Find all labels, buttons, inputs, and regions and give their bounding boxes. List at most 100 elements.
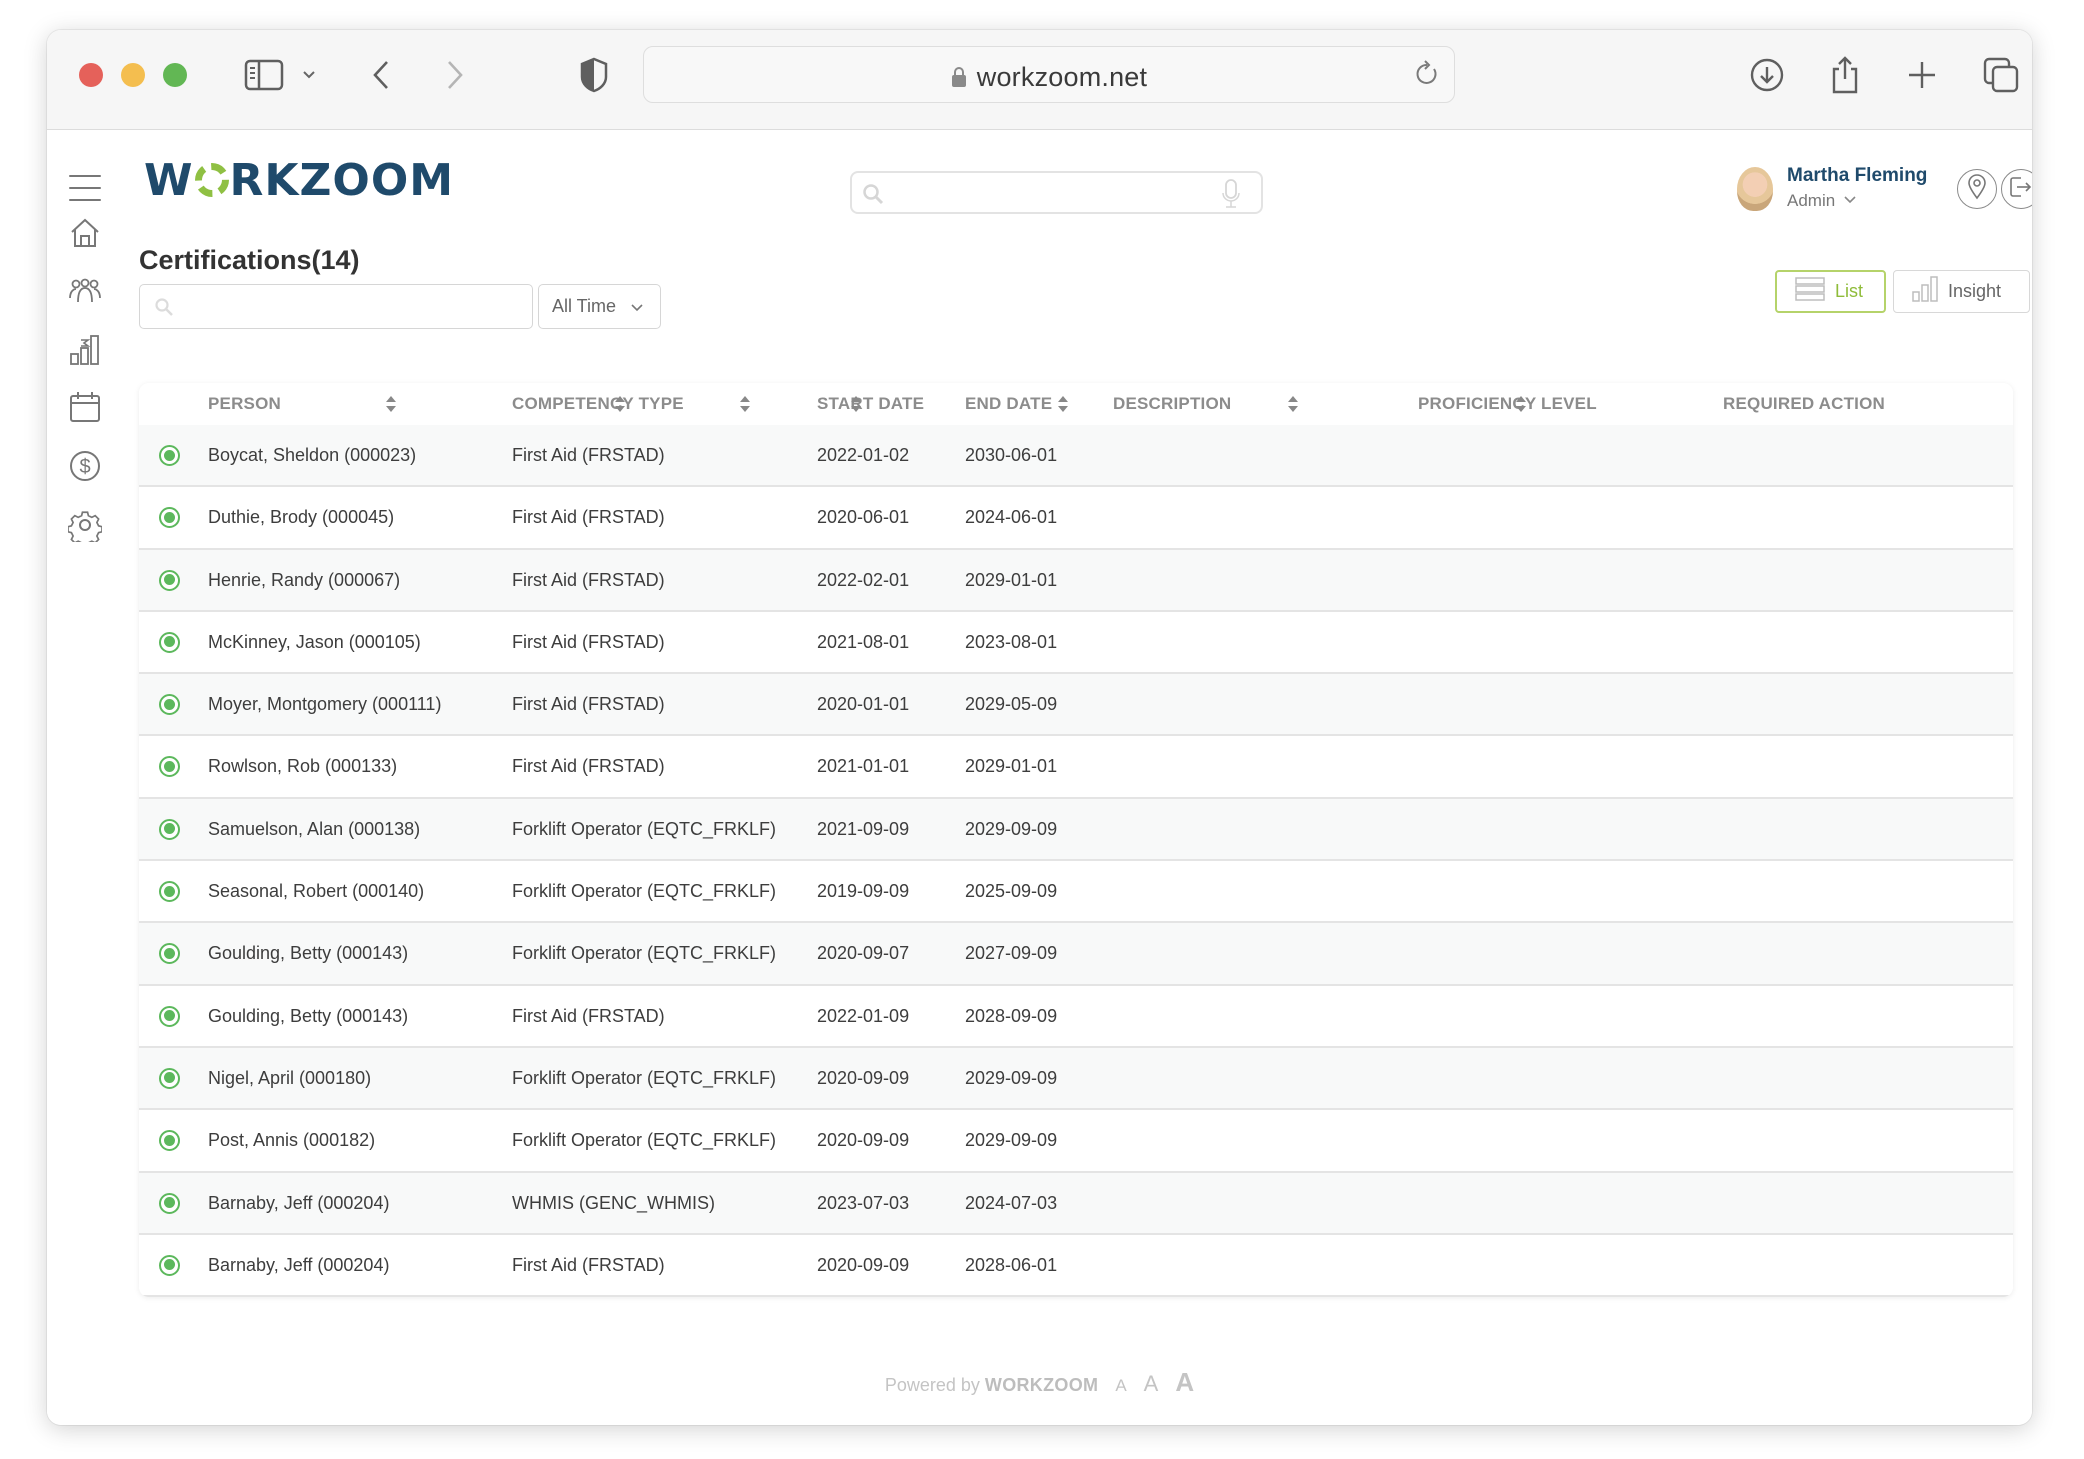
sidebar-item-payroll[interactable]: $ xyxy=(67,450,103,486)
table-row[interactable]: Seasonal, Robert (000140) Forklift Operat… xyxy=(139,861,2013,924)
table-row[interactable]: Henrie, Randy (000067) First Aid (FRSTAD)… xyxy=(139,549,2013,612)
table-row[interactable]: Nigel, April (000180) Forklift Operator (… xyxy=(139,1047,2013,1111)
cell-person[interactable]: Boycat, Sheldon (000023) xyxy=(208,425,416,485)
table-search-input[interactable] xyxy=(139,284,533,329)
cell-person[interactable]: Barnaby, Jeff (000204) xyxy=(208,1235,389,1295)
certifications-table: PERSON COMPETENCY TYPE START DATE END DATE D… xyxy=(139,383,2013,1298)
cell-competency-type: First Aid (FRSTAD) xyxy=(512,631,665,652)
list-view-button[interactable]: List xyxy=(1775,270,1886,313)
cell-competency-type: Forklift Operator (EQTC_FRKLF) xyxy=(512,881,777,902)
global-search-input[interactable] xyxy=(850,171,1263,214)
table-row[interactable]: Duthie, Brody (000045) First Aid (FRSTAD)… xyxy=(139,487,2013,550)
close-window-button[interactable] xyxy=(79,63,103,87)
table-row[interactable]: Goulding, Betty (000143) Forklift Operato… xyxy=(139,923,2013,986)
time-filter-value: All Time xyxy=(552,296,617,316)
status-indicator-icon xyxy=(159,881,180,903)
font-size-medium-button[interactable]: A xyxy=(1144,1371,1159,1396)
microphone-icon[interactable] xyxy=(1221,179,1241,214)
status-indicator-icon xyxy=(159,569,180,591)
column-header-end-date[interactable]: END DATE xyxy=(965,383,1052,425)
privacy-shield-icon[interactable] xyxy=(577,55,611,95)
share-icon[interactable] xyxy=(1827,55,1863,95)
menu-hamburger-icon[interactable] xyxy=(69,175,101,201)
forward-icon[interactable] xyxy=(443,55,467,95)
back-icon[interactable] xyxy=(369,55,393,95)
reload-icon[interactable] xyxy=(1414,60,1440,93)
sidebar-item-settings[interactable] xyxy=(67,509,103,547)
time-filter-select[interactable]: All Time xyxy=(538,284,661,329)
table-row[interactable]: Moyer, Montgomery (000111) First Aid (FRS… xyxy=(139,674,2013,737)
cell-start-date: 2020-06-01 xyxy=(817,507,910,528)
table-row[interactable]: Boycat, Sheldon (000023) First Aid (FRSTA… xyxy=(139,425,2013,488)
location-pin-button[interactable] xyxy=(1957,169,1997,209)
sidebar-item-reports[interactable] xyxy=(67,333,103,369)
location-pin-icon xyxy=(1967,173,1987,205)
table-row[interactable]: Post, Annis (000182) Forklift Operator (E… xyxy=(139,1110,2013,1173)
column-header-required-action[interactable]: REQUIRED ACTION xyxy=(1723,383,1885,425)
column-header-proficiency-level[interactable]: PROFICIENCY LEVEL xyxy=(1418,383,1597,425)
font-size-small-button[interactable]: A xyxy=(1115,1376,1126,1395)
table-row[interactable]: Samuelson, Alan (000138) Forklift Operato… xyxy=(139,798,2013,862)
cell-end-date: 2029-01-01 xyxy=(965,756,1058,777)
tab-overview-icon[interactable] xyxy=(1981,55,2021,95)
cell-person[interactable]: Seasonal, Robert (000140) xyxy=(208,861,424,921)
sidebar-toggle-icon[interactable] xyxy=(243,55,285,95)
cell-competency-type: First Aid (FRSTAD) xyxy=(512,445,665,465)
cell-person[interactable]: Goulding, Betty (000143) xyxy=(208,986,408,1046)
cell-start-date: 2019-09-09 xyxy=(817,881,910,902)
table-row[interactable]: McKinney, Jason (000105) First Aid (FRSTA… xyxy=(139,611,2013,675)
cell-person[interactable]: Henrie, Randy (000067) xyxy=(208,550,400,610)
logout-button[interactable] xyxy=(2001,169,2032,209)
address-bar[interactable]: workzoom.net xyxy=(643,46,1455,103)
column-header-competency-type[interactable]: COMPETENCY TYPE xyxy=(512,383,684,425)
cell-person[interactable]: Goulding, Betty (000143) xyxy=(208,923,408,983)
column-header-person[interactable]: PERSON xyxy=(208,383,281,425)
minimize-window-button[interactable] xyxy=(121,63,145,87)
cell-person[interactable]: Nigel, April (000180) xyxy=(208,1048,371,1108)
sort-icon[interactable] xyxy=(739,395,751,413)
powered-by-text: Powered by xyxy=(884,1375,980,1395)
sidebar-item-home[interactable] xyxy=(67,217,103,253)
zoom-window-button[interactable] xyxy=(163,63,187,87)
workzoom-logo[interactable]: W RKZOOM xyxy=(144,155,454,206)
table-body: Boycat, Sheldon (000023) First Aid (FRSTA… xyxy=(139,425,2013,1298)
cell-competency-type: Forklift Operator (EQTC_FRKLF) xyxy=(512,1130,777,1151)
column-header-description[interactable]: DESCRIPTION xyxy=(1113,383,1231,425)
sidebar-item-calendar[interactable] xyxy=(67,391,103,427)
sort-icon[interactable] xyxy=(1057,395,1069,413)
chevron-down-icon[interactable] xyxy=(299,55,319,95)
avatar[interactable] xyxy=(1737,167,1773,211)
cell-start-date: 2020-09-09 xyxy=(817,1254,910,1275)
font-size-large-button[interactable]: A xyxy=(1175,1367,1194,1397)
cell-person[interactable]: McKinney, Jason (000105) xyxy=(208,612,421,672)
table-row[interactable]: Goulding, Betty (000143) First Aid (FRSTA… xyxy=(139,985,2013,1048)
status-indicator-icon xyxy=(159,1130,180,1152)
download-icon[interactable] xyxy=(1747,55,1787,95)
table-row[interactable]: Barnaby, Jeff (000204) First Aid (FRSTAD)… xyxy=(139,1234,2013,1298)
cell-competency-type: Forklift Operator (EQTC_FRKLF) xyxy=(512,1067,777,1088)
logo-text-end: RKZOOM xyxy=(229,155,455,206)
cell-person[interactable]: Rowlson, Rob (000133) xyxy=(208,736,397,796)
sort-icon[interactable] xyxy=(614,395,626,413)
column-header-start-date[interactable]: START DATE xyxy=(817,383,924,425)
sidebar-item-people[interactable] xyxy=(67,275,103,311)
reports-icon xyxy=(69,332,101,371)
sort-icon[interactable] xyxy=(1515,395,1527,413)
user-role-dropdown[interactable]: Admin xyxy=(1787,189,1857,211)
sort-icon[interactable] xyxy=(385,395,397,413)
cell-person[interactable]: Samuelson, Alan (000138) xyxy=(208,799,420,859)
sort-icon[interactable] xyxy=(1287,395,1299,413)
cell-person[interactable]: Barnaby, Jeff (000204) xyxy=(208,1173,389,1233)
table-row[interactable]: Barnaby, Jeff (000204) WHMIS (GENC_WHMIS)… xyxy=(139,1172,2013,1235)
table-row[interactable]: Rowlson, Rob (000133) First Aid (FRSTAD) 2… xyxy=(139,736,2013,799)
cell-person[interactable]: Post, Annis (000182) xyxy=(208,1110,375,1170)
cell-competency-type: First Aid (FRSTAD) xyxy=(512,756,665,777)
logo-aperture-icon xyxy=(194,163,229,197)
cell-person[interactable]: Duthie, Brody (000045) xyxy=(208,487,394,547)
sort-icon[interactable] xyxy=(850,395,862,413)
cell-end-date: 2028-09-09 xyxy=(965,1005,1058,1026)
new-tab-icon[interactable] xyxy=(1905,55,1939,95)
cell-person[interactable]: Moyer, Montgomery (000111) xyxy=(208,674,441,734)
status-indicator-icon xyxy=(159,943,180,965)
insight-view-button[interactable]: Insight xyxy=(1893,270,2030,313)
